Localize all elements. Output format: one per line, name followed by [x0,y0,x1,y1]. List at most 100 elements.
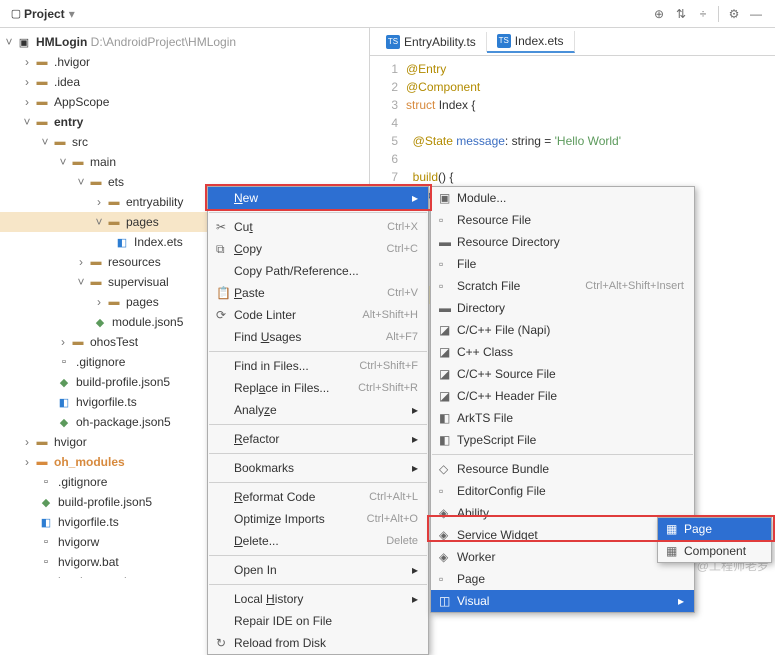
menu-label: Ability [457,506,684,520]
menu-ts-file[interactable]: ◧TypeScript File [431,429,694,451]
menu-worker[interactable]: ◈Worker [431,546,694,568]
menu-refactor[interactable]: Refactor▸ [208,428,428,450]
chevron-down-icon[interactable]: ˅ [74,175,88,189]
menu-cpp-hdr[interactable]: ◪C/C++ Header File [431,385,694,407]
chevron-down-icon[interactable]: ˅ [20,115,34,129]
tree-item[interactable]: supervisual [108,275,169,289]
menu-code-linter[interactable]: ⟳Code LinterAlt+Shift+H [208,304,428,326]
tree-item[interactable]: build-profile.json5 [58,495,152,509]
chevron-right-icon[interactable]: › [92,295,106,309]
menu-visual-component[interactable]: ▦Component [658,540,771,562]
chevron-right-icon[interactable]: › [74,255,88,269]
menu-file[interactable]: ▫File [431,253,694,275]
project-dropdown-icon[interactable]: ▾ [69,7,75,21]
collapse-icon[interactable]: ÷ [692,3,714,25]
menu-copy[interactable]: ⧉CopyCtrl+C [208,238,428,260]
menu-label: Service Widget [457,528,684,542]
tree-item[interactable]: entryability [126,195,183,209]
menu-resource-file[interactable]: ▫Resource File [431,209,694,231]
menu-repair-ide[interactable]: Repair IDE on File [208,610,428,632]
menu-new[interactable]: New▸ [208,187,428,209]
menu-editorconfig[interactable]: ▫EditorConfig File [431,480,694,502]
menu-visual[interactable]: ◫Visual▸ [431,590,694,612]
menu-page[interactable]: ▫Page [431,568,694,590]
tree-item[interactable]: entry [54,115,83,129]
chevron-right-icon[interactable]: › [20,95,34,109]
menu-cut[interactable]: ✂CutCtrl+X [208,216,428,238]
tree-item[interactable]: src [72,135,88,149]
menu-service-widget[interactable]: ◈Service Widget [431,524,694,546]
menu-find-usages[interactable]: Find UsagesAlt+F7 [208,326,428,348]
menu-cpp-class[interactable]: ◪C++ Class [431,341,694,363]
menu-cpp-napi[interactable]: ◪C/C++ File (Napi) [431,319,694,341]
menu-label: Page [684,522,761,536]
chevron-down-icon[interactable]: ˅ [38,135,52,149]
tree-root[interactable]: HMLogin [36,35,87,49]
chevron-down-icon[interactable]: ˅ [74,275,88,289]
chevron-right-icon[interactable]: › [20,55,34,69]
tree-item[interactable]: pages [126,295,159,309]
tree-item[interactable]: hvigorw [58,535,99,549]
menu-reformat[interactable]: Reformat CodeCtrl+Alt+L [208,486,428,508]
menu-arkts[interactable]: ◧ArkTS File [431,407,694,429]
tree-item[interactable]: hvigorfile.ts [76,395,137,409]
menu-optimize[interactable]: Optimize ImportsCtrl+Alt+O [208,508,428,530]
tree-item[interactable]: ohosTest [90,335,138,349]
menu-replace-in-files[interactable]: Replace in Files...Ctrl+Shift+R [208,377,428,399]
tree-item[interactable]: AppScope [54,95,109,109]
menu-analyze[interactable]: Analyze▸ [208,399,428,421]
tree-item[interactable]: .hvigor [54,55,90,69]
menu-copy-path[interactable]: Copy Path/Reference... [208,260,428,282]
tree-item[interactable]: ets [108,175,124,189]
chevron-right-icon[interactable]: › [20,455,34,469]
gear-icon[interactable]: ⚙ [723,3,745,25]
project-label[interactable]: Project [24,7,65,21]
cpp-icon: ◪ [439,323,457,337]
menu-reload-disk[interactable]: ↻Reload from Disk [208,632,428,654]
tab-entryability[interactable]: TSEntryAbility.ts [376,32,487,52]
tree-item[interactable]: Index.ets [134,235,183,249]
folder-icon: ▬ [34,74,50,90]
tree-item[interactable]: module.json5 [112,315,183,329]
tree-item[interactable]: hvigorw.bat [58,555,119,569]
chevron-down-icon[interactable]: ˅ [92,215,106,229]
tree-item[interactable]: main [90,155,116,169]
hide-icon[interactable]: — [745,3,767,25]
folder-icon: ▬ [34,434,50,450]
tree-item[interactable]: build-profile.json5 [76,375,170,389]
tree-item-pages[interactable]: pages [126,215,159,229]
chevron-right-icon[interactable]: › [56,335,70,349]
tree-item[interactable]: .gitignore [58,475,107,489]
tree-item[interactable]: .gitignore [76,355,125,369]
menu-local-history[interactable]: Local History▸ [208,588,428,610]
tree-item[interactable]: hvigor [54,435,87,449]
menu-resource-dir[interactable]: ▬Resource Directory [431,231,694,253]
chevron-right-icon[interactable]: › [20,75,34,89]
menu-module[interactable]: ▣Module... [431,187,694,209]
chevron-down-icon[interactable]: ˅ [2,35,16,49]
menu-scratch[interactable]: ▫Scratch FileCtrl+Alt+Shift+Insert [431,275,694,297]
menu-find-in-files[interactable]: Find in Files...Ctrl+Shift+F [208,355,428,377]
tree-item[interactable]: oh_modules [54,455,125,469]
menu-ability[interactable]: ◈Ability [431,502,694,524]
tree-item[interactable]: hvigorfile.ts [58,515,119,529]
chevron-right-icon[interactable]: › [92,195,106,209]
menu-cpp-src[interactable]: ◪C/C++ Source File [431,363,694,385]
menu-paste[interactable]: 📋PasteCtrl+V [208,282,428,304]
locate-icon[interactable]: ⊕ [648,3,670,25]
tree-item[interactable]: oh-package.json5 [76,415,171,429]
menu-directory[interactable]: ▬Directory [431,297,694,319]
tab-index[interactable]: TSIndex.ets [487,31,575,53]
tree-item[interactable]: resources [108,255,161,269]
tree-root-path: D:\AndroidProject\HMLogin [91,35,236,49]
menu-res-bundle[interactable]: ◇Resource Bundle [431,458,694,480]
menu-visual-page[interactable]: ▦Page [658,518,771,540]
chevron-down-icon[interactable]: ˅ [56,155,70,169]
expand-icon[interactable]: ⇅ [670,3,692,25]
menu-delete[interactable]: Delete...Delete [208,530,428,552]
visual-icon: ◫ [439,594,457,608]
menu-bookmarks[interactable]: Bookmarks▸ [208,457,428,479]
tree-item[interactable]: .idea [54,75,80,89]
folder-icon: ▬ [34,54,50,70]
chevron-right-icon[interactable]: › [20,435,34,449]
